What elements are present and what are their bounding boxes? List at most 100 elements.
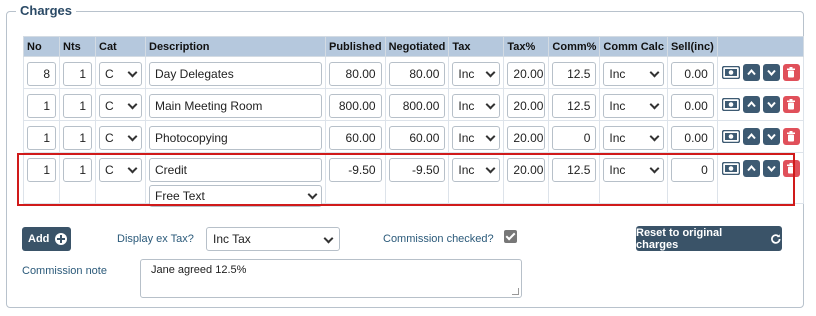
money-icon[interactable] (721, 128, 740, 145)
resize-grip-icon[interactable] (512, 288, 519, 295)
cell-sell: 0.00 (666, 120, 718, 153)
cell-nts: 1 (59, 88, 96, 121)
published-input[interactable]: 80.00 (329, 62, 382, 86)
cell-nts: 1 (59, 56, 96, 89)
comm-calc-select[interactable]: Inc (603, 94, 664, 118)
negotiated-value: 80.00 (409, 67, 440, 81)
trash-icon[interactable] (782, 64, 800, 81)
sell-value: 0.00 (684, 67, 708, 81)
cat-select[interactable]: C (99, 62, 142, 86)
arrow-down-icon[interactable] (762, 96, 780, 113)
comm-pct-input[interactable]: 12.5 (552, 94, 597, 118)
nts-input[interactable]: 1 (63, 94, 92, 118)
tax-pct-value: 20.00 (513, 131, 544, 145)
display-ex-tax-label: Display ex Tax? (117, 233, 194, 245)
commission-checked-label: Commission checked? (383, 233, 494, 245)
reset-charges-button[interactable]: Reset to original charges (636, 226, 782, 251)
comm-pct-input[interactable]: 12.5 (552, 62, 597, 86)
nts-input[interactable]: 1 (63, 62, 92, 86)
refresh-icon (771, 233, 781, 244)
commission-note-textarea[interactable]: Jane agreed 12.5% (140, 259, 522, 298)
commission-note-label: Commission note (22, 265, 107, 277)
cell-tax: Inc (448, 56, 505, 89)
nts-value: 1 (79, 67, 86, 81)
no-input[interactable]: 1 (27, 126, 56, 150)
description-input[interactable]: Main Meeting Room (149, 94, 322, 118)
trash-icon[interactable] (782, 96, 800, 113)
cat-select[interactable]: C (99, 126, 142, 150)
tax-value: Inc (458, 99, 475, 113)
highlight-box (17, 153, 795, 206)
negotiated-value: 60.00 (409, 131, 440, 145)
negotiated-input[interactable]: 80.00 (388, 62, 446, 86)
comm-pct-value: 12.5 (567, 67, 591, 81)
chevron-down-icon (127, 131, 138, 142)
cell-tax-pct: 20.00 (503, 120, 550, 153)
no-value: 1 (43, 99, 50, 113)
col-header-comm-calc: Comm Calc (599, 36, 668, 57)
arrow-up-icon[interactable] (742, 96, 760, 113)
no-input[interactable]: 1 (27, 94, 56, 118)
sell-value: 0.00 (684, 99, 708, 113)
arrow-up-icon[interactable] (742, 128, 760, 145)
chevron-down-icon (127, 67, 138, 78)
money-icon[interactable] (721, 64, 740, 81)
tax-pct-input[interactable]: 20.00 (507, 62, 546, 86)
tax-select[interactable]: Inc (452, 62, 501, 86)
cell-comm-pct: 12.5 (548, 88, 601, 121)
published-input[interactable]: 800.00 (329, 94, 382, 118)
col-header-tax-pct: Tax% (503, 36, 550, 57)
chevron-down-icon (649, 131, 660, 142)
cell-negotiated: 60.00 (384, 120, 450, 153)
col-header-cat: Cat (95, 36, 146, 57)
description-input[interactable]: Day Delegates (149, 62, 322, 86)
sell-input[interactable]: 0.00 (670, 94, 714, 118)
arrow-up-icon[interactable] (742, 64, 760, 81)
description-value: Main Meeting Room (155, 99, 263, 113)
cell-sell: 0.00 (666, 56, 718, 89)
col-header-description: Description (145, 36, 326, 57)
cell-sell: 0.00 (666, 88, 718, 121)
no-input[interactable]: 8 (27, 62, 56, 86)
comm-calc-select[interactable]: Inc (603, 62, 664, 86)
cell-actions (716, 88, 804, 121)
trash-icon[interactable] (782, 128, 800, 145)
add-button[interactable]: Add (22, 227, 71, 251)
comm-calc-value: Inc (609, 131, 626, 145)
cell-comm-pct: 12.5 (548, 56, 601, 89)
nts-input[interactable]: 1 (63, 126, 92, 150)
description-input[interactable]: Photocopying (149, 126, 322, 150)
tax-select[interactable]: Inc (452, 94, 501, 118)
negotiated-input[interactable]: 800.00 (388, 94, 446, 118)
tax-value: Inc (458, 131, 475, 145)
add-label: Add (28, 233, 50, 245)
arrow-down-icon[interactable] (762, 64, 780, 81)
cell-cat: C (95, 56, 146, 89)
tax-pct-input[interactable]: 20.00 (507, 126, 546, 150)
cat-select[interactable]: C (99, 94, 142, 118)
table-row: 1 1 C Photocopying 60.00 60.00 Inc 20.00 0 Inc 0.0… (23, 120, 804, 153)
table-row: 1 1 C Main Meeting Room 800.00 800.00 Inc 20.00… (23, 88, 804, 121)
charges-legend: Charges (16, 3, 77, 18)
plus-circle-icon (55, 233, 68, 245)
tax-select[interactable]: Inc (452, 126, 501, 150)
arrow-down-icon[interactable] (762, 128, 780, 145)
negotiated-input[interactable]: 60.00 (388, 126, 446, 150)
cell-tax: Inc (448, 120, 505, 153)
chevron-down-icon (485, 131, 496, 142)
money-icon[interactable] (721, 96, 740, 113)
tax-pct-input[interactable]: 20.00 (507, 94, 546, 118)
comm-calc-select[interactable]: Inc (603, 126, 664, 150)
cell-comm-calc: Inc (599, 120, 668, 153)
display-ex-tax-select[interactable]: Inc Tax (206, 227, 340, 251)
col-header-tax: Tax (448, 36, 505, 57)
cell-negotiated: 800.00 (384, 88, 450, 121)
sell-input[interactable]: 0.00 (670, 126, 714, 150)
published-input[interactable]: 60.00 (329, 126, 382, 150)
comm-pct-input[interactable]: 0 (552, 126, 597, 150)
chevron-down-icon (485, 67, 496, 78)
sell-input[interactable]: 0.00 (670, 62, 714, 86)
description-value: Day Delegates (155, 67, 234, 81)
table-header-row: No Nts Cat Description Published Negotia… (23, 36, 804, 57)
commission-checked-checkbox[interactable] (504, 230, 517, 243)
